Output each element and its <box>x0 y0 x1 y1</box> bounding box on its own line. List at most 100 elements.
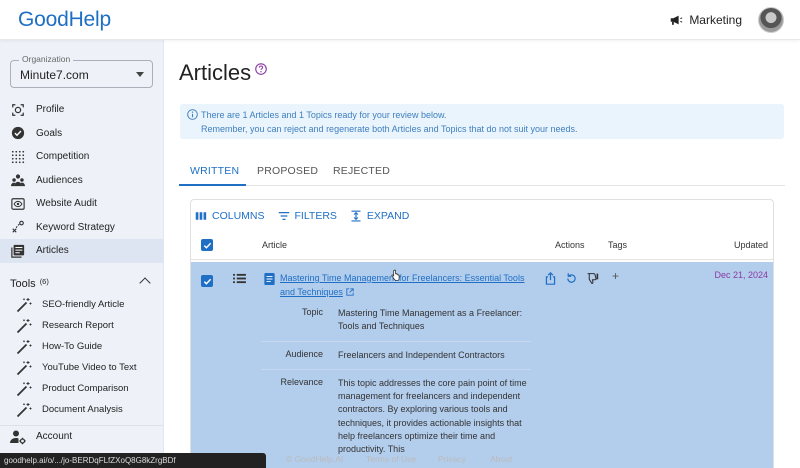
tab-written[interactable]: WRITTEN <box>190 165 239 177</box>
info-alert: There are 1 Articles and 1 Topics ready … <box>180 104 784 139</box>
articles-icon <box>10 243 26 259</box>
tools-count: (6) <box>39 276 49 286</box>
key-strategy-icon <box>10 219 26 235</box>
account-settings-icon <box>10 430 26 444</box>
tool-item-label: How-To Guide <box>42 341 103 352</box>
filters-button[interactable]: FILTERS <box>278 210 337 222</box>
sidebar-item-account[interactable]: Account <box>0 425 163 447</box>
column-header-actions[interactable]: Actions <box>555 240 585 250</box>
help-icon[interactable] <box>255 63 267 75</box>
sidebar-item-goals[interactable]: Goals <box>0 122 163 146</box>
detail-key: Relevance <box>280 376 323 387</box>
expand-button[interactable]: EXPAND <box>350 210 409 222</box>
select-all-checkbox[interactable] <box>201 239 213 251</box>
list-toggle-icon[interactable] <box>233 273 246 284</box>
regenerate-icon[interactable] <box>565 272 578 285</box>
tool-item-label: Document Analysis <box>42 404 123 415</box>
sidebar-item-label: Keyword Strategy <box>36 221 115 233</box>
article-title-link[interactable]: Mastering Time Management for Freelancer… <box>280 272 540 299</box>
tool-item-label: SEO-friendly Article <box>42 299 125 310</box>
detail-key: Topic <box>301 307 323 317</box>
sidebar-item-label: Website Audit <box>36 198 97 210</box>
tools-section-toggle[interactable]: Tools (6) <box>10 276 153 292</box>
tool-item-product-comparison[interactable]: Product Comparison <box>0 378 163 399</box>
magic-wand-icon <box>16 297 32 312</box>
columns-icon <box>195 212 207 220</box>
tab-proposed[interactable]: PROPOSED <box>257 165 318 177</box>
row-actions <box>544 272 599 285</box>
sidebar-item-profile[interactable]: Profile <box>0 98 163 122</box>
tool-item-youtube-to-text[interactable]: YouTube Video to Text <box>0 357 163 378</box>
tab-rejected[interactable]: REJECTED <box>333 165 390 177</box>
workspace-label: Marketing <box>689 13 742 27</box>
tool-item-label: Product Comparison <box>42 383 129 394</box>
sidebar-item-articles[interactable]: Articles <box>0 239 163 263</box>
sidebar-item-label: Profile <box>36 104 65 116</box>
tool-item-how-to-guide[interactable]: How-To Guide <box>0 336 163 357</box>
tools-label: Tools <box>10 278 36 290</box>
add-tag-button[interactable]: + <box>612 269 619 283</box>
magic-wand-icon <box>16 318 32 333</box>
filters-label: FILTERS <box>294 210 337 222</box>
alert-line-2: Remember, you can reject and regenerate … <box>201 124 578 134</box>
avatar[interactable] <box>758 7 784 33</box>
thumbs-down-icon[interactable] <box>586 272 599 285</box>
tool-item-label: Research Report <box>42 320 114 331</box>
footer-terms-link[interactable]: Terms of Use <box>366 454 416 464</box>
detail-value: This topic addresses the core pain point… <box>338 377 527 455</box>
sidebar-item-audiences[interactable]: Audiences <box>0 169 163 193</box>
article-tabs: WRITTEN PROPOSED REJECTED <box>179 158 785 186</box>
sidebar-item-keyword-strategy[interactable]: Keyword Strategy <box>0 216 163 240</box>
columns-button[interactable]: COLUMNS <box>195 210 265 222</box>
detail-key: Audience <box>285 348 323 359</box>
column-header-updated[interactable]: Updated <box>734 240 768 250</box>
organization-label: Organization <box>19 54 74 64</box>
expand-icon <box>351 210 361 222</box>
detail-row-topic: Topic Mastering Time Management as a Fre… <box>261 300 531 342</box>
external-link-icon[interactable] <box>346 287 354 296</box>
sidebar-nav: Profile Goals Competition Audiences Webs… <box>0 98 163 263</box>
detail-value: Freelancers and Independent Contractors <box>338 349 505 360</box>
check-circle-icon <box>10 125 26 141</box>
table-toolbar: COLUMNS FILTERS EXPAND <box>195 208 409 224</box>
document-icon <box>264 273 275 285</box>
organization-select[interactable]: Organization Minute7.com <box>10 54 153 88</box>
footer-privacy-link[interactable]: Privacy <box>438 454 466 464</box>
workspace-button[interactable]: Marketing <box>669 13 742 27</box>
people-icon <box>10 172 26 188</box>
detail-row-relevance: Relevance This topic addresses the core … <box>261 370 531 464</box>
caret-down-icon <box>136 72 144 77</box>
sidebar: Organization Minute7.com Profile Goals C… <box>0 40 164 468</box>
top-bar: GoodHelp Marketing <box>0 0 800 40</box>
tools-list: SEO-friendly Article Research Report How… <box>0 294 163 420</box>
tool-item-research-report[interactable]: Research Report <box>0 315 163 336</box>
column-header-article[interactable]: Article <box>262 240 287 250</box>
sidebar-item-website-audit[interactable]: Website Audit <box>0 192 163 216</box>
sidebar-item-competition[interactable]: Competition <box>0 145 163 169</box>
magic-wand-icon <box>16 402 32 417</box>
footer-copyright: © GoodHelp.AI <box>286 454 344 464</box>
check-icon <box>203 278 211 285</box>
alert-line-1: There are 1 Articles and 1 Topics ready … <box>201 110 447 120</box>
share-icon[interactable] <box>544 272 557 285</box>
detail-row-audience: Audience Freelancers and Independent Con… <box>261 342 531 370</box>
app-logo[interactable]: GoodHelp <box>18 8 111 32</box>
page-title-text: Articles <box>179 60 252 85</box>
expand-label: EXPAND <box>366 210 410 222</box>
sidebar-item-label: Competition <box>36 151 90 163</box>
footer-about-link[interactable]: About <box>490 454 512 464</box>
main-content: Articles There are 1 Articles and 1 Topi… <box>165 40 800 468</box>
filter-icon <box>278 211 289 221</box>
column-header-tags[interactable]: Tags <box>608 240 627 250</box>
updated-date: Dec 21, 2024 <box>714 270 768 280</box>
articles-table: COLUMNS FILTERS EXPAND Article Actions T… <box>190 199 774 468</box>
tool-item-label: YouTube Video to Text <box>42 362 137 373</box>
row-checkbox[interactable] <box>201 275 213 287</box>
tool-item-seo-article[interactable]: SEO-friendly Article <box>0 294 163 315</box>
table-row[interactable]: Mastering Time Management for Freelancer… <box>191 262 773 468</box>
article-details: Topic Mastering Time Management as a Fre… <box>261 300 531 464</box>
magic-wand-icon <box>16 381 32 396</box>
columns-label: COLUMNS <box>212 210 265 222</box>
article-title-text: Mastering Time Management for Freelancer… <box>280 273 525 297</box>
tool-item-document-analysis[interactable]: Document Analysis <box>0 399 163 420</box>
